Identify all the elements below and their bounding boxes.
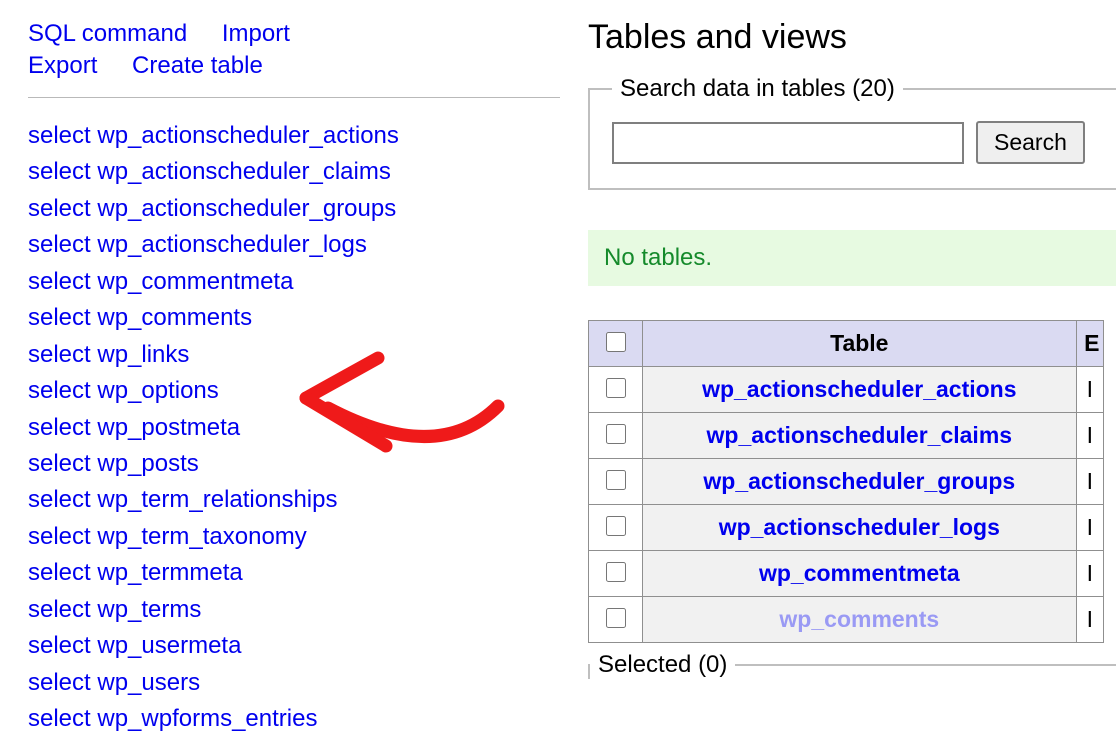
row-checkbox[interactable]: [606, 378, 626, 398]
table-row: wp_actionscheduler_actions I: [589, 367, 1104, 413]
table-link[interactable]: select wp_wpforms_entries: [28, 701, 560, 737]
table-link[interactable]: select wp_commentmeta: [28, 264, 560, 300]
table-name-link[interactable]: wp_comments: [779, 606, 939, 632]
top-links: SQL command Import Export Create table: [28, 0, 560, 97]
engine-cell: I: [1076, 367, 1103, 413]
table-link[interactable]: select wp_postmeta: [28, 410, 560, 446]
table-link[interactable]: select wp_options: [28, 373, 560, 409]
table-link[interactable]: select wp_actionscheduler_claims: [28, 154, 560, 190]
table-list: select wp_actionscheduler_actionsselect …: [28, 118, 560, 738]
table-name-link[interactable]: wp_actionscheduler_claims: [707, 422, 1013, 448]
table-link[interactable]: select wp_terms: [28, 592, 560, 628]
table-link[interactable]: select wp_term_taxonomy: [28, 519, 560, 555]
table-row: wp_commentmeta I: [589, 551, 1104, 597]
engine-cell: I: [1076, 413, 1103, 459]
engine-cell: I: [1076, 505, 1103, 551]
table-link[interactable]: select wp_actionscheduler_logs: [28, 227, 560, 263]
select-all-checkbox[interactable]: [606, 332, 626, 352]
table-row: wp_comments I: [589, 597, 1104, 643]
search-fieldset: Search data in tables (20) Search: [588, 75, 1116, 190]
row-checkbox[interactable]: [606, 562, 626, 582]
table-link[interactable]: select wp_comments: [28, 300, 560, 336]
engine-cell: I: [1076, 459, 1103, 505]
table-row: wp_actionscheduler_groups I: [589, 459, 1104, 505]
col-header-table[interactable]: Table: [643, 321, 1077, 367]
tables-grid: Table E wp_actionscheduler_actions Iwp_ac…: [588, 320, 1104, 643]
page-title: Tables and views: [588, 18, 1116, 57]
export-link[interactable]: Export: [28, 50, 97, 82]
row-checkbox[interactable]: [606, 516, 626, 536]
table-row: wp_actionscheduler_logs I: [589, 505, 1104, 551]
search-button[interactable]: Search: [976, 121, 1085, 164]
import-link[interactable]: Import: [222, 18, 290, 50]
table-link[interactable]: select wp_actionscheduler_actions: [28, 118, 560, 154]
engine-cell: I: [1076, 597, 1103, 643]
selected-fieldset: Selected (0): [588, 651, 1116, 679]
table-name-link[interactable]: wp_actionscheduler_groups: [703, 468, 1015, 494]
selected-legend: Selected (0): [590, 651, 735, 679]
row-checkbox[interactable]: [606, 470, 626, 490]
search-legend: Search data in tables (20): [612, 75, 903, 103]
row-checkbox[interactable]: [606, 424, 626, 444]
table-link[interactable]: select wp_actionscheduler_groups: [28, 191, 560, 227]
engine-cell: I: [1076, 551, 1103, 597]
table-link[interactable]: select wp_term_relationships: [28, 482, 560, 518]
col-header-engine[interactable]: E: [1076, 321, 1103, 367]
sql-command-link[interactable]: SQL command: [28, 18, 187, 50]
table-name-link[interactable]: wp_commentmeta: [759, 560, 960, 586]
row-checkbox[interactable]: [606, 608, 626, 628]
table-row: wp_actionscheduler_claims I: [589, 413, 1104, 459]
table-link[interactable]: select wp_links: [28, 337, 560, 373]
table-link[interactable]: select wp_termmeta: [28, 555, 560, 591]
table-name-link[interactable]: wp_actionscheduler_logs: [719, 514, 1000, 540]
table-name-link[interactable]: wp_actionscheduler_actions: [702, 376, 1016, 402]
divider: [28, 97, 560, 98]
table-link[interactable]: select wp_users: [28, 665, 560, 701]
table-link[interactable]: select wp_posts: [28, 446, 560, 482]
search-input[interactable]: [612, 122, 964, 164]
notice-no-tables: No tables.: [588, 230, 1116, 286]
create-table-link[interactable]: Create table: [132, 50, 263, 82]
table-link[interactable]: select wp_usermeta: [28, 628, 560, 664]
